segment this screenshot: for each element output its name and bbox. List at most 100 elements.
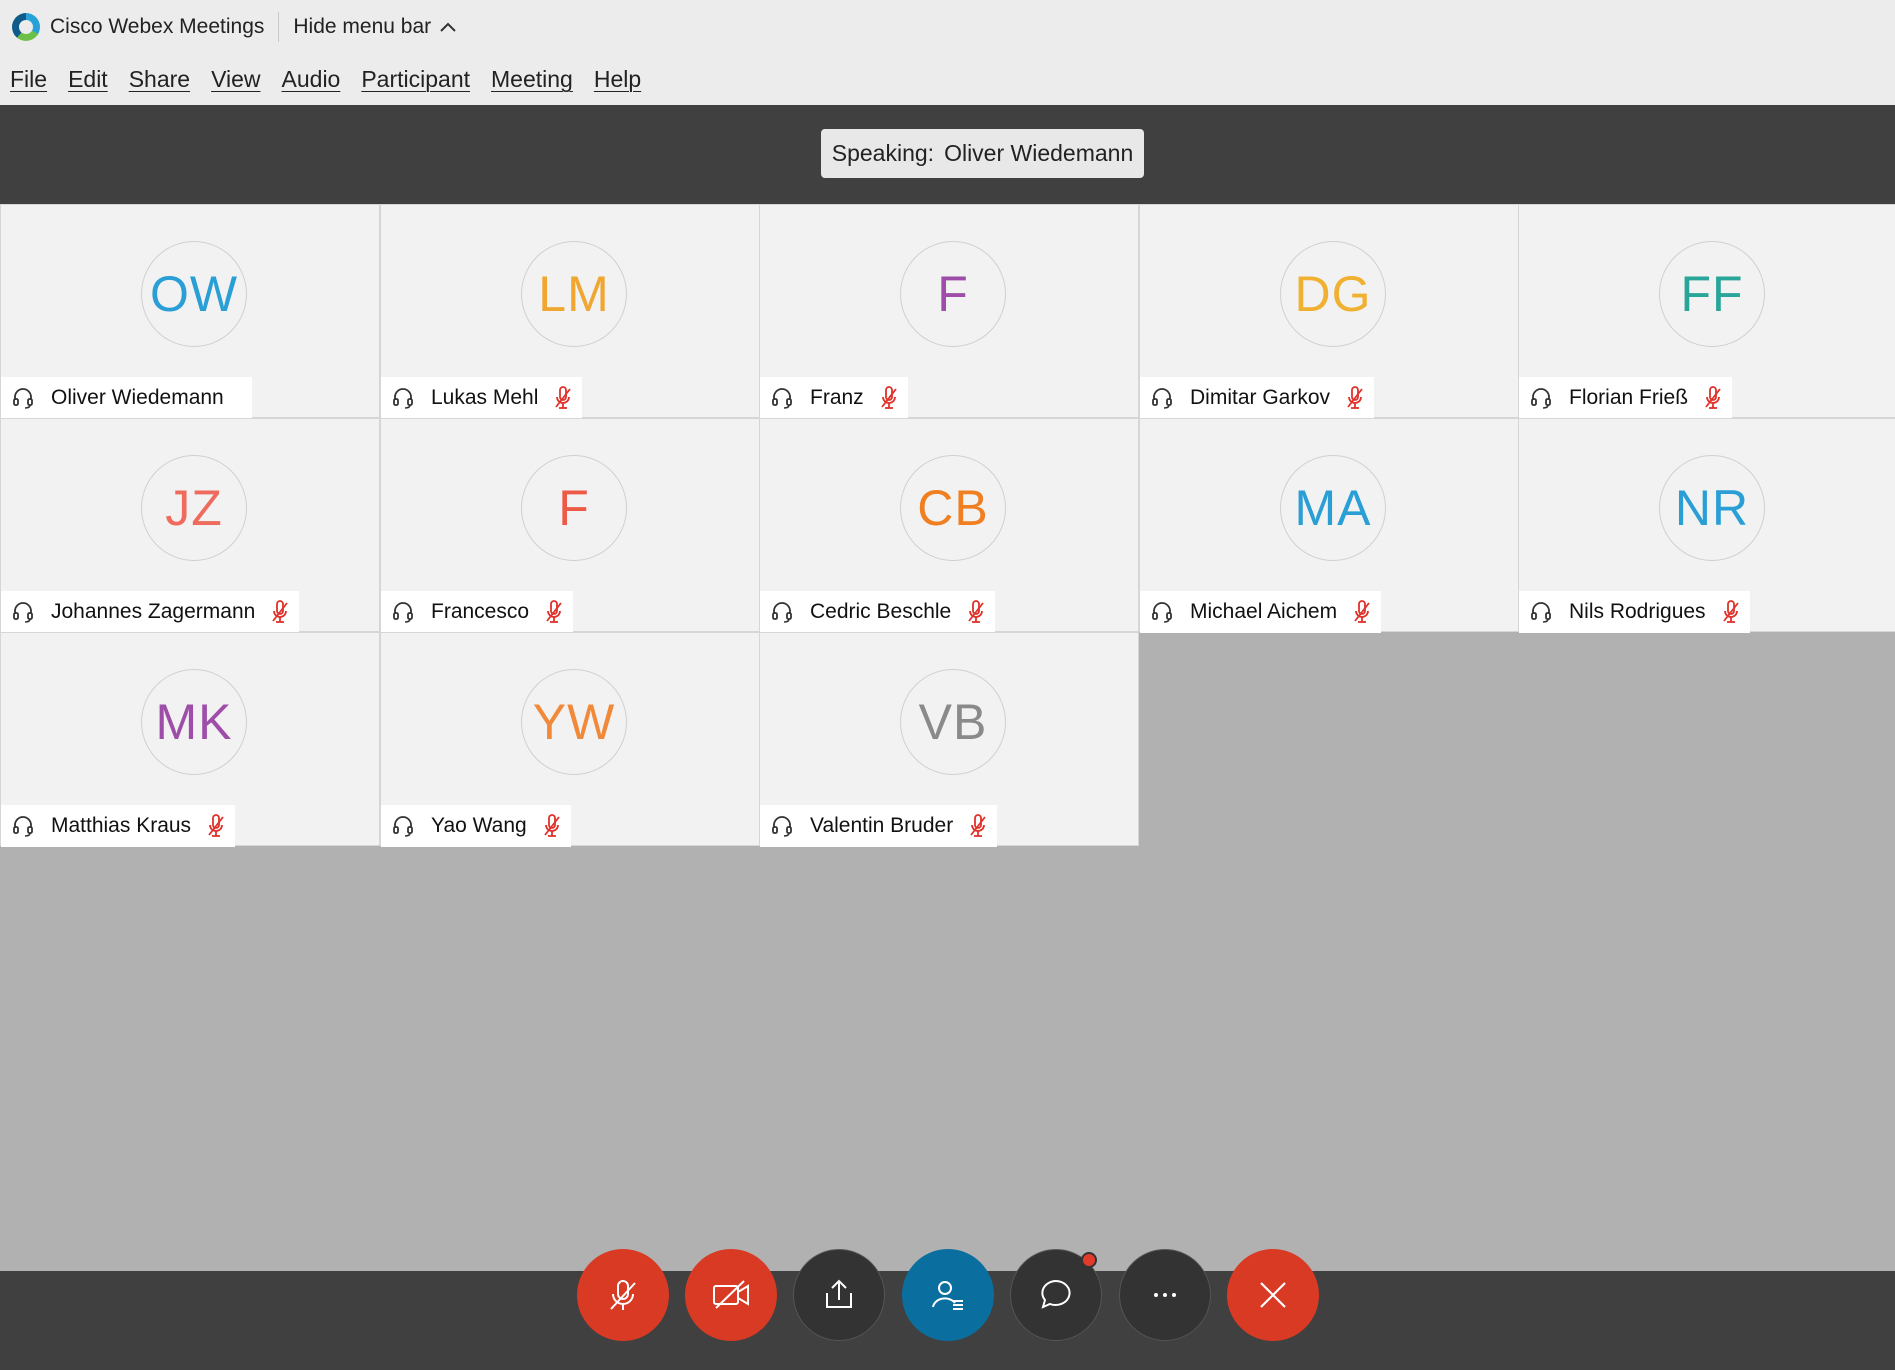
participant-name: Francesco [431,600,530,623]
notification-dot [1081,1252,1097,1268]
participant-tile[interactable]: F Francesco [380,418,760,633]
leave-meeting-button[interactable] [1227,1249,1319,1341]
menu-share[interactable]: Share [129,66,190,93]
participant-avatar: CB [900,455,1006,561]
webex-logo-icon [12,13,40,41]
participant-tile[interactable]: OW Oliver Wiedemann [0,204,380,419]
mic-muted-icon [1704,385,1722,411]
participant-avatar: F [521,455,627,561]
speaking-label: Speaking: [831,140,935,166]
participant-name: Matthias Kraus [51,814,192,837]
menu-help[interactable]: Help [594,66,641,93]
share-icon [819,1275,859,1315]
title-bar: Cisco Webex Meetings Hide menu bar [0,0,1895,54]
participant-nameplate: Franz [760,377,908,419]
video-off-icon [710,1275,752,1315]
participant-tile[interactable]: NR Nils Rodrigues [1518,418,1895,633]
chevron-up-icon [440,22,456,32]
title-divider [278,12,280,42]
participant-nameplate: Yao Wang [381,805,571,847]
menu-file[interactable]: File [10,66,47,93]
headset-icon [770,814,794,838]
participant-nameplate: Lukas Mehl [381,377,583,419]
unmute-button[interactable] [577,1249,669,1341]
participant-tile[interactable]: DG Dimitar Garkov [1139,204,1519,419]
participant-name: Lukas Mehl [431,386,539,409]
participant-name: Oliver Wiedemann [51,386,224,409]
participant-nameplate: Francesco [381,591,574,633]
headset-icon [11,814,35,838]
mic-muted-icon [1346,385,1364,411]
headset-icon [11,600,35,624]
participant-nameplate: Matthias Kraus [1,805,236,847]
mic-muted-icon [969,813,987,839]
headset-icon [391,386,415,410]
participant-tile[interactable]: LM Lukas Mehl [380,204,760,419]
participant-tile[interactable]: JZ Johannes Zagermann [0,418,380,633]
participant-name: Dimitar Garkov [1190,386,1331,409]
participant-nameplate: Valentin Bruder [760,805,998,847]
headset-icon [1529,600,1553,624]
participant-avatar: FF [1659,241,1765,347]
mic-muted-icon [880,385,898,411]
participant-name: Yao Wang [431,814,527,837]
participant-avatar: YW [521,669,627,775]
participant-avatar: JZ [141,455,247,561]
participant-name: Cedric Beschle [810,600,952,623]
hide-menu-bar-label: Hide menu bar [293,15,432,38]
headset-icon [391,600,415,624]
participant-name: Florian Frieß [1569,386,1689,409]
headset-icon [770,386,794,410]
participant-nameplate: Cedric Beschle [760,591,996,633]
active-speaker-indicator: Speaking: Oliver Wiedemann [821,129,1144,178]
menu-view[interactable]: View [211,66,260,93]
mic-muted-icon [967,599,985,625]
share-button[interactable] [793,1249,885,1341]
participant-nameplate: Dimitar Garkov [1140,377,1375,419]
participants-button[interactable] [902,1249,994,1341]
participant-avatar: F [900,241,1006,347]
headset-icon [1150,386,1174,410]
participant-name: Michael Aichem [1190,600,1338,623]
headset-icon [1529,386,1553,410]
speaker-name: Oliver Wiedemann [944,140,1134,166]
mic-muted-icon [603,1275,643,1315]
mic-muted-icon [545,599,563,625]
participant-tile[interactable]: CB Cedric Beschle [759,418,1139,633]
mic-muted-icon [554,385,572,411]
menu-audio[interactable]: Audio [282,66,341,93]
mic-muted-icon [271,599,289,625]
participant-tile[interactable]: FF Florian Frieß [1518,204,1895,419]
headset-icon [391,814,415,838]
participant-tile[interactable]: F Franz [759,204,1139,419]
participant-name: Johannes Zagermann [51,600,256,623]
participant-tile[interactable]: VB Valentin Bruder [759,632,1139,847]
participant-nameplate: Nils Rodrigues [1519,591,1750,633]
participant-name: Franz [810,386,864,409]
participant-tile[interactable]: MA Michael Aichem [1139,418,1519,633]
participant-avatar: NR [1659,455,1765,561]
start-video-button[interactable] [685,1249,777,1341]
participant-nameplate: Michael Aichem [1140,591,1382,633]
participant-avatar: OW [141,241,247,347]
participant-avatar: MA [1280,455,1386,561]
menu-meeting[interactable]: Meeting [491,66,573,93]
participant-avatar: LM [521,241,627,347]
participant-avatar: MK [141,669,247,775]
speaking-header: Speaking: Oliver Wiedemann [0,105,1895,204]
participant-nameplate: Oliver Wiedemann [1,377,252,419]
close-icon [1253,1275,1293,1315]
participant-nameplate: Florian Frieß [1519,377,1733,419]
mic-muted-icon [207,813,225,839]
chat-icon [1036,1275,1076,1315]
participant-name: Nils Rodrigues [1569,600,1706,623]
mic-muted-icon [543,813,561,839]
hide-menu-bar-button[interactable]: Hide menu bar [293,15,457,39]
menu-edit[interactable]: Edit [68,66,108,93]
menu-participant[interactable]: Participant [361,66,470,93]
participant-tile[interactable]: MK Matthias Kraus [0,632,380,847]
chat-button[interactable] [1010,1249,1102,1341]
participant-tile[interactable]: YW Yao Wang [380,632,760,847]
more-button[interactable] [1119,1249,1211,1341]
app-title: Cisco Webex Meetings [50,15,265,38]
